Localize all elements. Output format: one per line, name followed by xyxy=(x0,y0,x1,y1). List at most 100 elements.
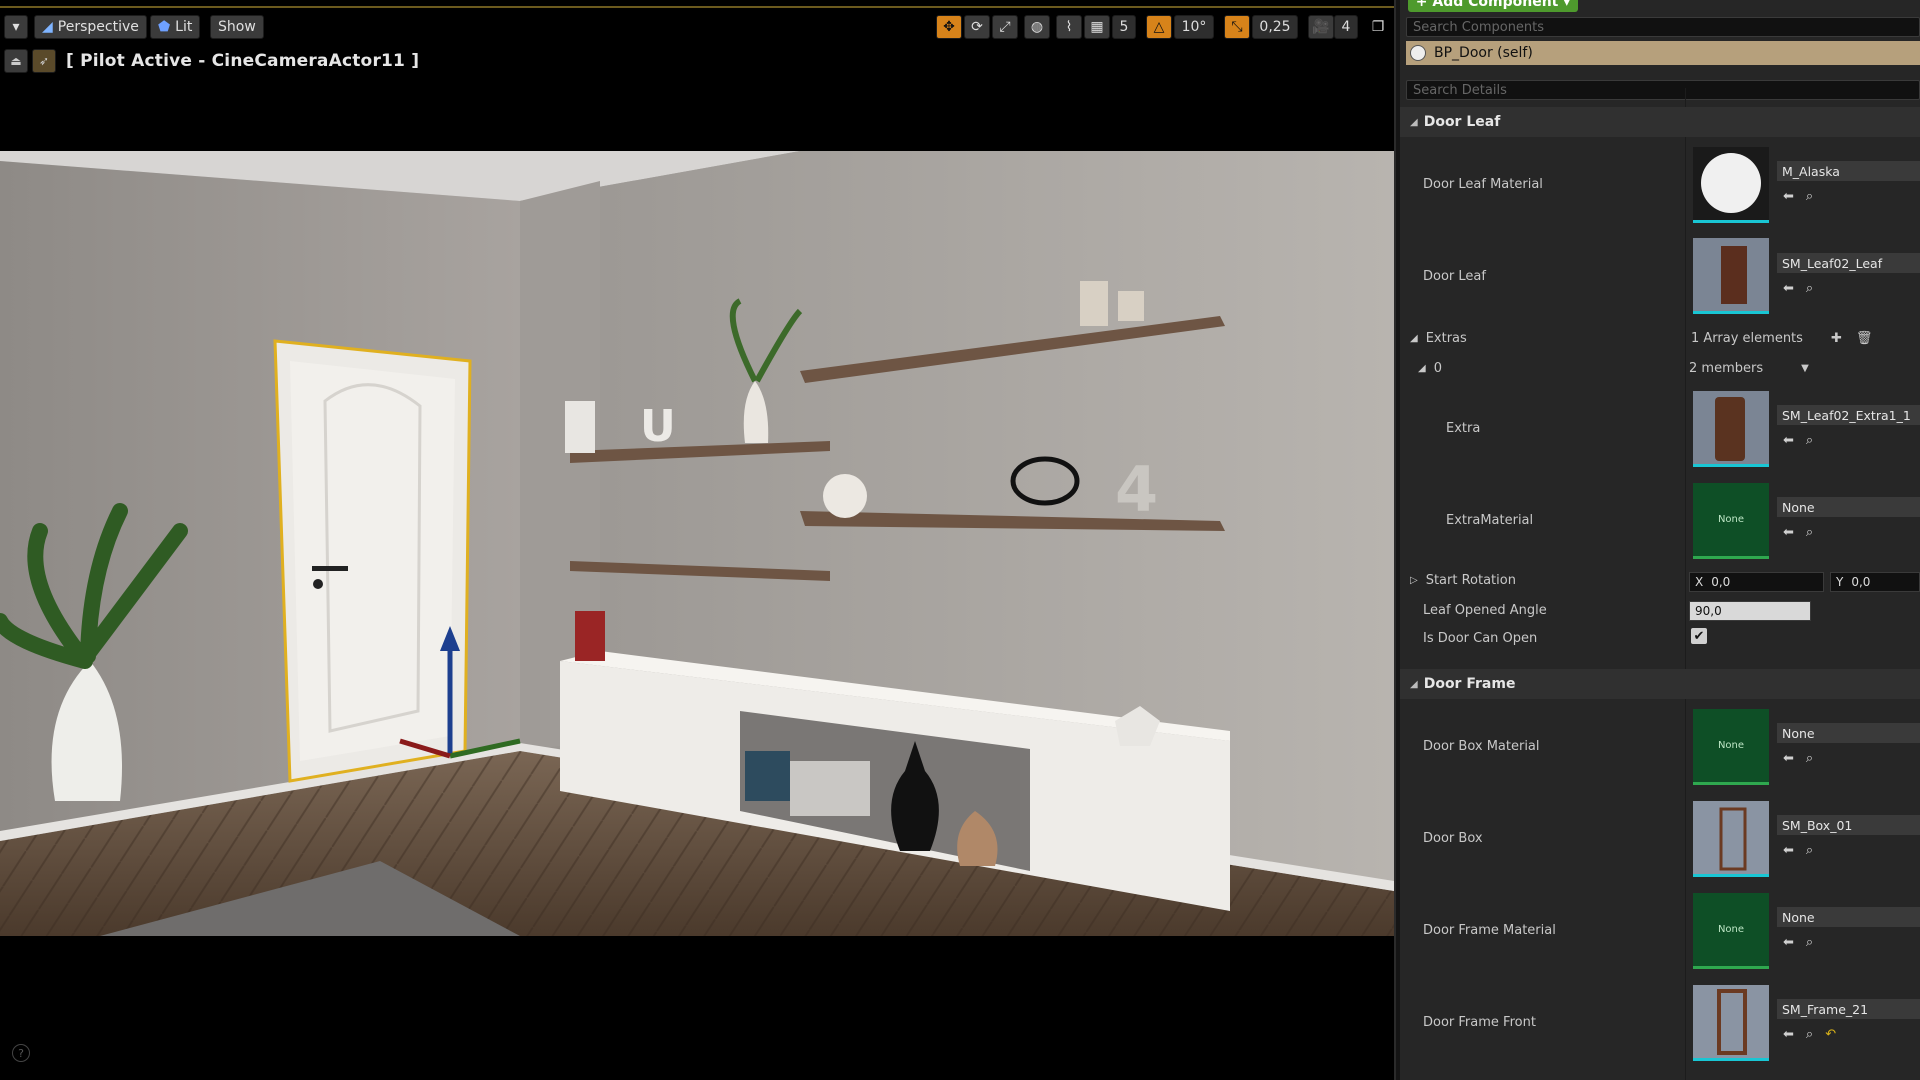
prop-label: Door Leaf xyxy=(1423,269,1486,284)
eject-icon[interactable]: ⏏ xyxy=(4,49,28,73)
browse-search-icon[interactable]: ⌕ xyxy=(1806,843,1813,861)
prop-label: ExtraMaterial xyxy=(1446,513,1534,528)
lit-button[interactable]: ⬟ Lit xyxy=(150,15,201,39)
prop-label: Door Box xyxy=(1423,831,1483,846)
delete-icon[interactable]: 🗑 xyxy=(1856,331,1873,346)
use-selected-arrow-icon[interactable]: ⬅ xyxy=(1783,1027,1794,1045)
use-selected-arrow-icon[interactable]: ⬅ xyxy=(1783,433,1794,451)
rotation-snap-icon[interactable]: △ xyxy=(1146,15,1172,39)
asset-picker[interactable]: None xyxy=(1777,497,1920,517)
none-thumbnail[interactable]: None xyxy=(1693,709,1769,785)
mesh-thumbnail[interactable] xyxy=(1693,985,1769,1061)
prop-label: Extra xyxy=(1446,421,1481,436)
level-viewport[interactable]: ▾ ◢ Perspective ⬟ Lit Show ✥ ⟳ ⤢ ◍ ⌇ ▦ 5… xyxy=(0,0,1396,1080)
use-selected-arrow-icon[interactable]: ⬅ xyxy=(1783,281,1794,299)
translate-tool-icon[interactable]: ✥ xyxy=(936,15,962,39)
chevron-down-icon: ▼ xyxy=(1801,363,1809,374)
grid-snap-value[interactable]: 5 xyxy=(1112,15,1136,39)
prop-label: Door Leaf Material xyxy=(1423,177,1543,192)
asset-picker[interactable]: None xyxy=(1777,907,1920,927)
use-selected-arrow-icon[interactable]: ⬅ xyxy=(1783,935,1794,953)
rotation-x-field[interactable]: X 0,0 xyxy=(1689,572,1824,592)
none-thumbnail[interactable]: None xyxy=(1693,893,1769,969)
asset-picker[interactable]: SM_Leaf02_Leaf xyxy=(1777,253,1920,273)
prop-label: Door Box Material xyxy=(1423,739,1540,754)
rotate-tool-icon[interactable]: ⟳ xyxy=(964,15,990,39)
extras-row[interactable]: ◢ Extras xyxy=(1410,331,1467,346)
storage-box xyxy=(790,761,870,816)
collapse-arrow-icon: ◢ xyxy=(1410,678,1418,690)
prop-label: Start Rotation xyxy=(1425,573,1516,588)
rotation-x-value: 0,0 xyxy=(1711,575,1731,589)
door-leaf xyxy=(290,361,455,761)
array-count-label: 1 Array elements xyxy=(1691,331,1803,346)
asset-buttons: ⬅ ⌕ xyxy=(1783,189,1813,207)
mesh-thumbnail[interactable] xyxy=(1693,391,1769,467)
array-element-row[interactable]: ◢ 0 xyxy=(1418,361,1442,376)
asset-picker[interactable]: SM_Box_01 xyxy=(1777,815,1920,835)
asset-picker[interactable]: M_Alaska xyxy=(1777,161,1920,181)
asset-picker[interactable]: SM_Frame_21 xyxy=(1777,999,1920,1019)
expand-arrow-icon: ◢ xyxy=(1418,363,1426,374)
start-rotation-row[interactable]: ▷ Start Rotation xyxy=(1410,573,1516,588)
scale-snap-icon[interactable]: ⤡ xyxy=(1224,15,1250,39)
lit-shield-icon: ⬟ xyxy=(158,19,171,35)
browse-search-icon[interactable]: ⌕ xyxy=(1806,751,1813,769)
section-door-frame[interactable]: ◢ Door Frame xyxy=(1400,669,1920,699)
browse-search-icon[interactable]: ⌕ xyxy=(1806,935,1813,953)
camera-speed-value[interactable]: 4 xyxy=(1334,15,1358,39)
world-space-icon[interactable]: ◍ xyxy=(1024,15,1050,39)
add-element-icon[interactable]: ✚ xyxy=(1831,331,1842,346)
scale-tool-icon[interactable]: ⤢ xyxy=(992,15,1018,39)
mesh-thumbnail[interactable] xyxy=(1693,238,1769,314)
browse-search-icon[interactable]: ⌕ xyxy=(1806,1027,1813,1045)
add-component-button[interactable]: + Add Component ▾ xyxy=(1408,0,1578,12)
mesh-thumbnail[interactable] xyxy=(1693,801,1769,877)
asset-picker[interactable]: SM_Leaf02_Extra1_1 xyxy=(1777,405,1920,425)
camera-speed-icon[interactable]: 🎥 xyxy=(1308,15,1334,39)
asset-buttons: ⬅ ⌕ xyxy=(1783,281,1813,299)
details-panel: + Add Component ▾ Search Components BP_D… xyxy=(1400,0,1920,1080)
opened-angle-field[interactable]: 90,0 xyxy=(1689,601,1811,621)
show-button[interactable]: Show xyxy=(210,15,264,39)
viewport-toolbar: ▾ ◢ Perspective ⬟ Lit Show ✥ ⟳ ⤢ ◍ ⌇ ▦ 5… xyxy=(0,12,1394,42)
use-selected-arrow-icon[interactable]: ⬅ xyxy=(1783,189,1794,207)
section-door-leaf[interactable]: ◢ Door Leaf xyxy=(1400,107,1920,137)
section-title: Door Leaf xyxy=(1423,114,1501,130)
browse-search-icon[interactable]: ⌕ xyxy=(1806,189,1813,207)
array-count: 1 Array elements ✚ 🗑 xyxy=(1691,331,1872,346)
scene-render[interactable]: U 4 xyxy=(0,151,1394,936)
pilot-camera-icon[interactable]: ➶ xyxy=(32,49,56,73)
none-thumbnail[interactable]: None xyxy=(1693,483,1769,559)
shelf-vase xyxy=(1080,281,1108,326)
search-details-input[interactable]: Search Details xyxy=(1406,80,1920,100)
search-components-input[interactable]: Search Components xyxy=(1406,17,1920,37)
maximize-viewport-icon[interactable]: ❐ xyxy=(1366,15,1390,39)
column-divider xyxy=(1685,88,1686,1080)
component-self-row[interactable]: BP_Door (self) xyxy=(1406,41,1920,65)
material-thumbnail[interactable] xyxy=(1693,147,1769,223)
rotation-snap-value[interactable]: 10° xyxy=(1174,15,1214,39)
viewport-menu-button[interactable]: ▾ xyxy=(4,15,28,39)
use-selected-arrow-icon[interactable]: ⬅ xyxy=(1783,525,1794,543)
surface-snap-icon[interactable]: ⌇ xyxy=(1056,15,1082,39)
rotation-y-field[interactable]: Y 0,0 xyxy=(1830,572,1920,592)
pilot-bar: ⏏ ➶ [ Pilot Active - CineCameraActor11 ] xyxy=(4,48,419,74)
scale-snap-value[interactable]: 0,25 xyxy=(1252,15,1298,39)
browse-search-icon[interactable]: ⌕ xyxy=(1806,525,1813,543)
help-icon[interactable]: ? xyxy=(12,1044,30,1062)
browse-search-icon[interactable]: ⌕ xyxy=(1806,433,1813,451)
members-label: 2 members xyxy=(1689,361,1764,376)
asset-picker[interactable]: None xyxy=(1777,723,1920,743)
browse-search-icon[interactable]: ⌕ xyxy=(1806,281,1813,299)
perspective-button[interactable]: ◢ Perspective xyxy=(34,15,147,39)
use-selected-arrow-icon[interactable]: ⬅ xyxy=(1783,843,1794,861)
array-index: 0 xyxy=(1433,361,1442,376)
reset-to-default-icon[interactable]: ↶ xyxy=(1825,1027,1836,1045)
grid-snap-icon[interactable]: ▦ xyxy=(1084,15,1110,39)
asset-buttons: ⬅ ⌕ xyxy=(1783,433,1813,451)
members-dropdown[interactable]: 2 members ▼ xyxy=(1689,361,1809,376)
door-can-open-checkbox[interactable]: ✔ xyxy=(1691,628,1707,644)
use-selected-arrow-icon[interactable]: ⬅ xyxy=(1783,751,1794,769)
shelf-cup xyxy=(1118,291,1144,321)
